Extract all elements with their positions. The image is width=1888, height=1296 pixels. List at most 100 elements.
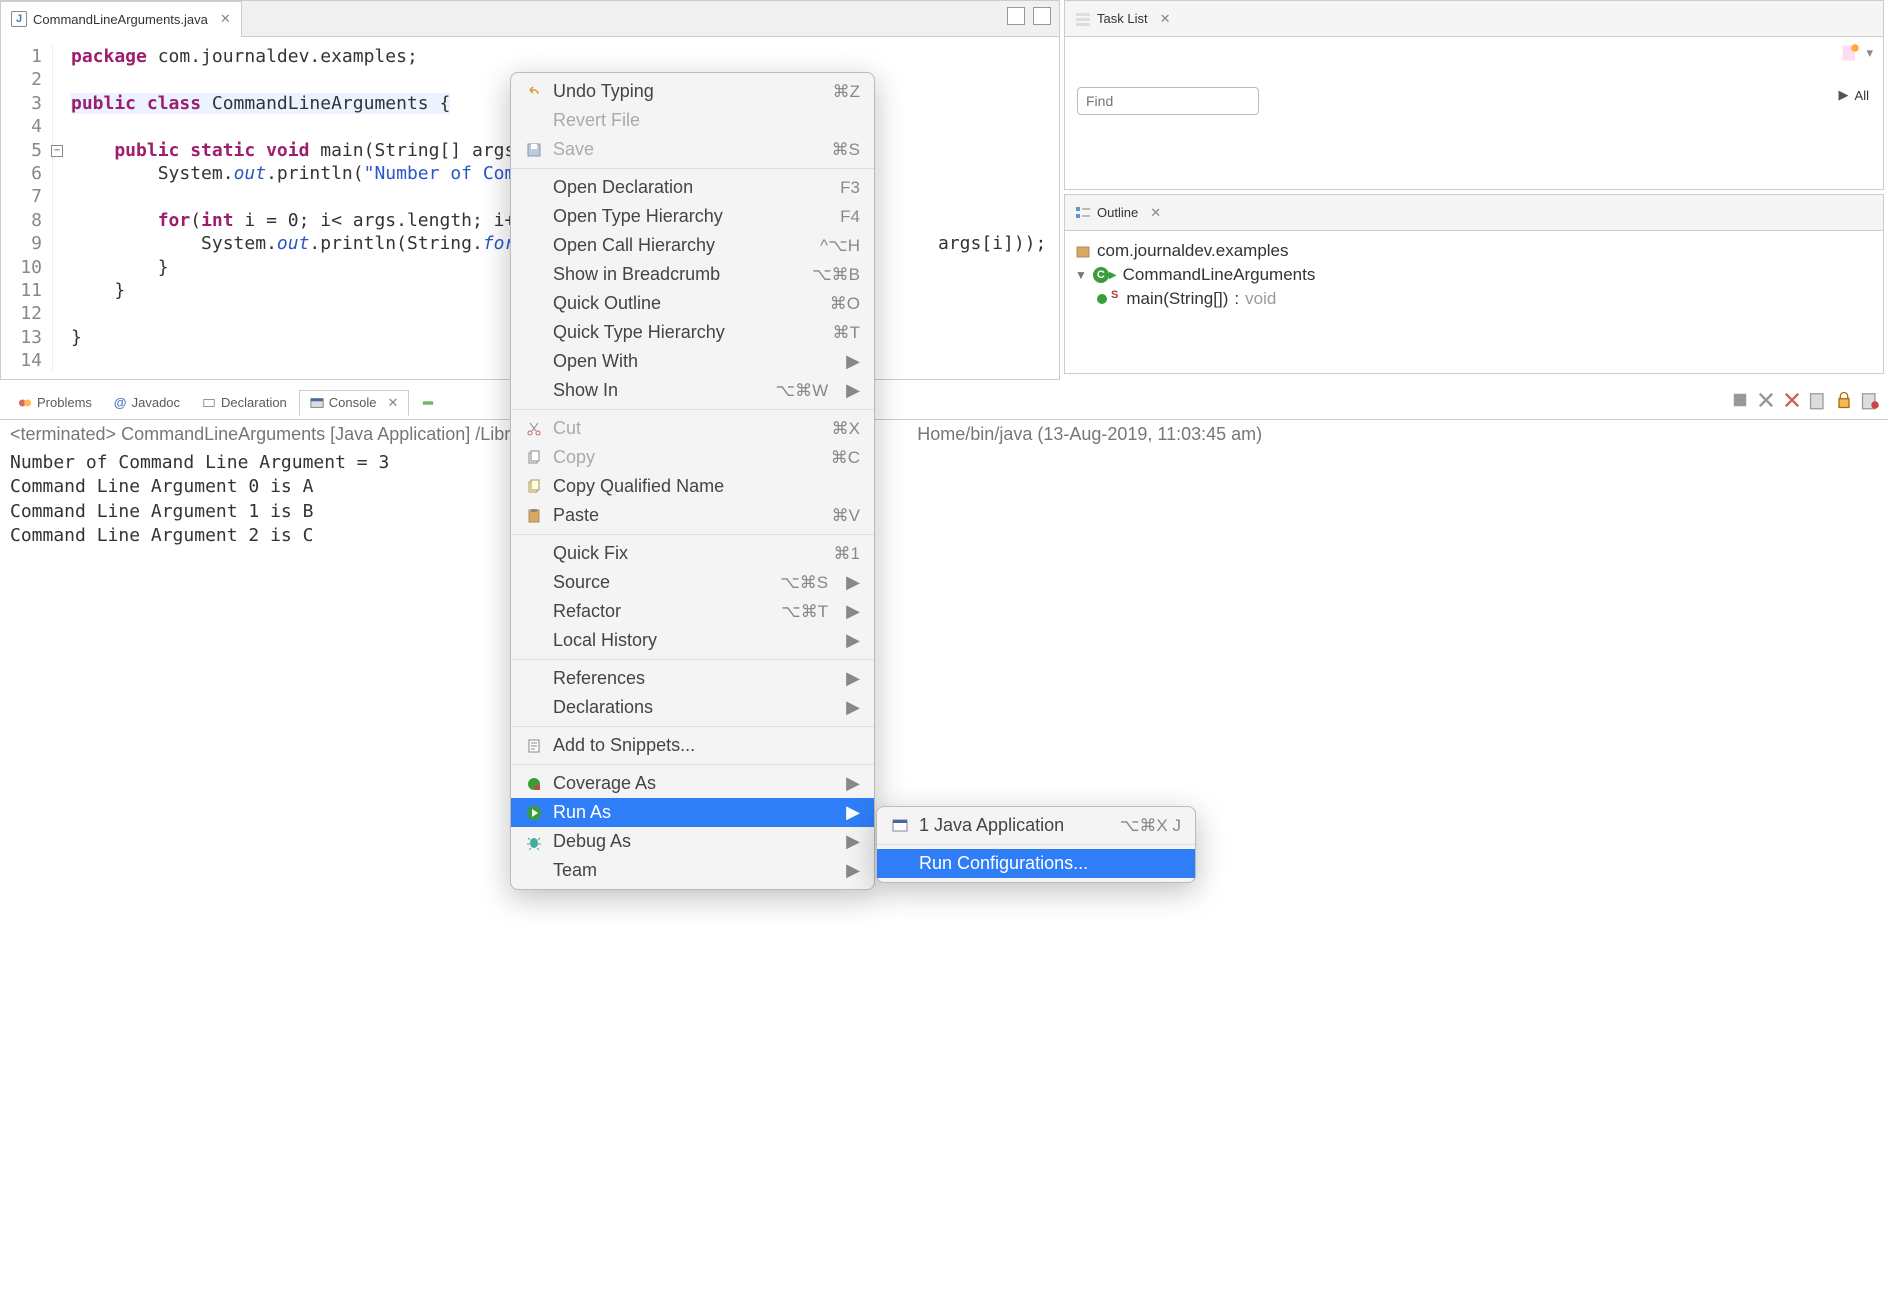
tab-declaration[interactable]: Declaration xyxy=(192,391,297,414)
menu-item-label: Copy Qualified Name xyxy=(553,476,860,497)
menu-item-team[interactable]: Team ▶ xyxy=(511,856,874,885)
menu-item-run-configurations[interactable]: Run Configurations... xyxy=(877,849,1195,878)
fold-gutter: − xyxy=(53,45,67,372)
tab-javadoc[interactable]: @ Javadoc xyxy=(104,391,190,414)
menu-item-open-with[interactable]: Open With▶ xyxy=(511,347,874,376)
tasklist-title: Task List xyxy=(1097,11,1148,26)
close-icon[interactable]: ✕ xyxy=(220,11,231,27)
menu-shortcut: ^⌥H xyxy=(820,236,860,256)
close-icon[interactable]: ✕ xyxy=(1150,205,1161,221)
menu-shortcut: ⌥⌘W xyxy=(776,381,829,401)
menu-shortcut: ⌘S xyxy=(832,140,860,160)
save-icon xyxy=(525,142,543,158)
console-output[interactable]: Number of Command Line Argument = 3 Comm… xyxy=(0,445,1888,554)
pin-button[interactable] xyxy=(1860,390,1880,410)
tree-row-class[interactable]: ▼ C ▶ CommandLineArguments xyxy=(1075,263,1873,287)
editor-tab[interactable]: J CommandLineArguments.java ✕ xyxy=(1,1,242,37)
menu-item-show-in-breadcrumb[interactable]: Show in Breadcrumb⌥⌘B xyxy=(511,260,874,289)
menu-item-label: Undo Typing xyxy=(553,81,823,102)
class-label: CommandLineArguments xyxy=(1123,265,1316,285)
menu-shortcut: ⌘1 xyxy=(834,544,860,564)
menu-item-1-java-application[interactable]: 1 Java Application⌥⌘X J xyxy=(877,811,1195,840)
menu-shortcut: ⌘X xyxy=(832,419,860,439)
menu-item-label: Open Declaration xyxy=(553,177,830,198)
scroll-lock-button[interactable] xyxy=(1834,390,1854,410)
menu-item-open-call-hierarchy[interactable]: Open Call Hierarchy ^⌥H xyxy=(511,231,874,260)
maximize-view-icon[interactable] xyxy=(1033,7,1051,25)
clear-button[interactable] xyxy=(1808,390,1828,410)
menu-item-copy: Copy ⌘C xyxy=(511,443,874,472)
menu-shortcut: ⌘V xyxy=(832,506,860,526)
outline-tree[interactable]: com.journaldev.examples ▼ C ▶ CommandLin… xyxy=(1065,231,1883,319)
new-task-button[interactable] xyxy=(1840,43,1860,63)
menu-shortcut: ⌥⌘T xyxy=(781,602,828,622)
tab-label: Javadoc xyxy=(132,395,180,410)
disclose-icon[interactable]: ▼ xyxy=(1075,268,1087,282)
menu-item-label: Revert File xyxy=(553,110,860,131)
tree-row-method[interactable]: S main(String[]) : void xyxy=(1075,287,1873,311)
menu-item-add-to-snippets[interactable]: Add to Snippets... xyxy=(511,731,874,760)
menu-item-label: Copy xyxy=(553,447,821,468)
menu-item-label: 1 Java Application xyxy=(919,815,1110,836)
menu-item-label: Team xyxy=(553,860,828,881)
menu-item-label: Refactor xyxy=(553,601,771,622)
menu-item-label: Run As xyxy=(553,802,828,823)
all-link[interactable]: All xyxy=(1855,88,1869,103)
menu-item-quick-fix[interactable]: Quick Fix⌘1 xyxy=(511,539,874,568)
menu-item-open-type-hierarchy[interactable]: Open Type HierarchyF4 xyxy=(511,202,874,231)
tab-next[interactable] xyxy=(411,392,445,414)
find-nav: ▶ All xyxy=(1839,87,1869,103)
menu-item-refactor[interactable]: Refactor⌥⌘T▶ xyxy=(511,597,874,626)
menu-item-debug-as[interactable]: Debug As▶ xyxy=(511,827,874,856)
method-label: main(String[]) xyxy=(1126,289,1228,309)
close-icon[interactable]: ✕ xyxy=(388,395,399,411)
menu-item-undo-typing[interactable]: Undo Typing⌘Z xyxy=(511,77,874,106)
submenu-arrow-icon: ▶ xyxy=(846,630,860,651)
run-as-submenu[interactable]: 1 Java Application⌥⌘X J Run Configuration… xyxy=(876,806,1196,883)
menu-item-quick-type-hierarchy[interactable]: Quick Type Hierarchy ⌘T xyxy=(511,318,874,347)
submenu-arrow-icon: ▶ xyxy=(846,831,860,852)
menu-item-label: Open Call Hierarchy xyxy=(553,235,810,256)
terminate-button[interactable] xyxy=(1730,390,1750,410)
find-input[interactable] xyxy=(1077,87,1259,115)
menu-item-quick-outline[interactable]: Quick Outline⌘O xyxy=(511,289,874,318)
menu-item-label: Run Configurations... xyxy=(919,853,1181,874)
menu-item-local-history[interactable]: Local History ▶ xyxy=(511,626,874,655)
submenu-arrow-icon: ▶ xyxy=(846,572,860,593)
submenu-arrow-icon: ▶ xyxy=(846,860,860,881)
menu-item-references[interactable]: References▶ xyxy=(511,664,874,693)
menu-item-open-declaration[interactable]: Open Declaration F3 xyxy=(511,173,874,202)
paste-icon xyxy=(525,508,543,524)
run-icon xyxy=(525,805,543,821)
outline-title: Outline xyxy=(1097,205,1138,220)
menu-item-label: Declarations xyxy=(553,697,828,718)
tree-row-package[interactable]: com.journaldev.examples xyxy=(1075,239,1873,263)
tab-console[interactable]: Console ✕ xyxy=(299,390,410,416)
minimize-view-icon[interactable] xyxy=(1007,7,1025,25)
remove-all2-button[interactable] xyxy=(1782,390,1802,410)
next-icon[interactable]: ▶ xyxy=(1839,87,1849,103)
menu-item-source[interactable]: Source⌥⌘S▶ xyxy=(511,568,874,597)
copyq-icon xyxy=(525,479,543,495)
outline-header: Outline ✕ xyxy=(1065,195,1883,231)
menu-item-run-as[interactable]: Run As▶ xyxy=(511,798,874,827)
fold-collapse-icon[interactable]: − xyxy=(51,145,63,157)
close-icon[interactable]: ✕ xyxy=(1160,11,1171,27)
tab-problems[interactable]: Problems xyxy=(8,391,102,414)
dropdown-chevron-icon[interactable]: ▾ xyxy=(1866,45,1873,61)
menu-item-copy-qualified-name[interactable]: Copy Qualified Name xyxy=(511,472,874,501)
menu-item-coverage-as[interactable]: Coverage As▶ xyxy=(511,769,874,798)
menu-item-label: Local History xyxy=(553,630,828,651)
menu-item-label: Add to Snippets... xyxy=(553,735,860,756)
context-menu[interactable]: Undo Typing⌘ZRevert FileSave⌘SOpen Decla… xyxy=(510,72,875,890)
menu-shortcut: F3 xyxy=(840,178,860,198)
tab-label: Declaration xyxy=(221,395,287,410)
menu-item-label: Quick Type Hierarchy xyxy=(553,322,823,343)
menu-item-declarations[interactable]: Declarations▶ xyxy=(511,693,874,722)
menu-item-paste[interactable]: Paste⌘V xyxy=(511,501,874,530)
menu-item-show-in[interactable]: Show In⌥⌘W▶ xyxy=(511,376,874,405)
menu-shortcut: ⌘T xyxy=(833,323,860,343)
menu-separator xyxy=(511,409,874,410)
menu-shortcut: ⌘C xyxy=(831,448,860,468)
remove-all-button[interactable] xyxy=(1756,390,1776,410)
